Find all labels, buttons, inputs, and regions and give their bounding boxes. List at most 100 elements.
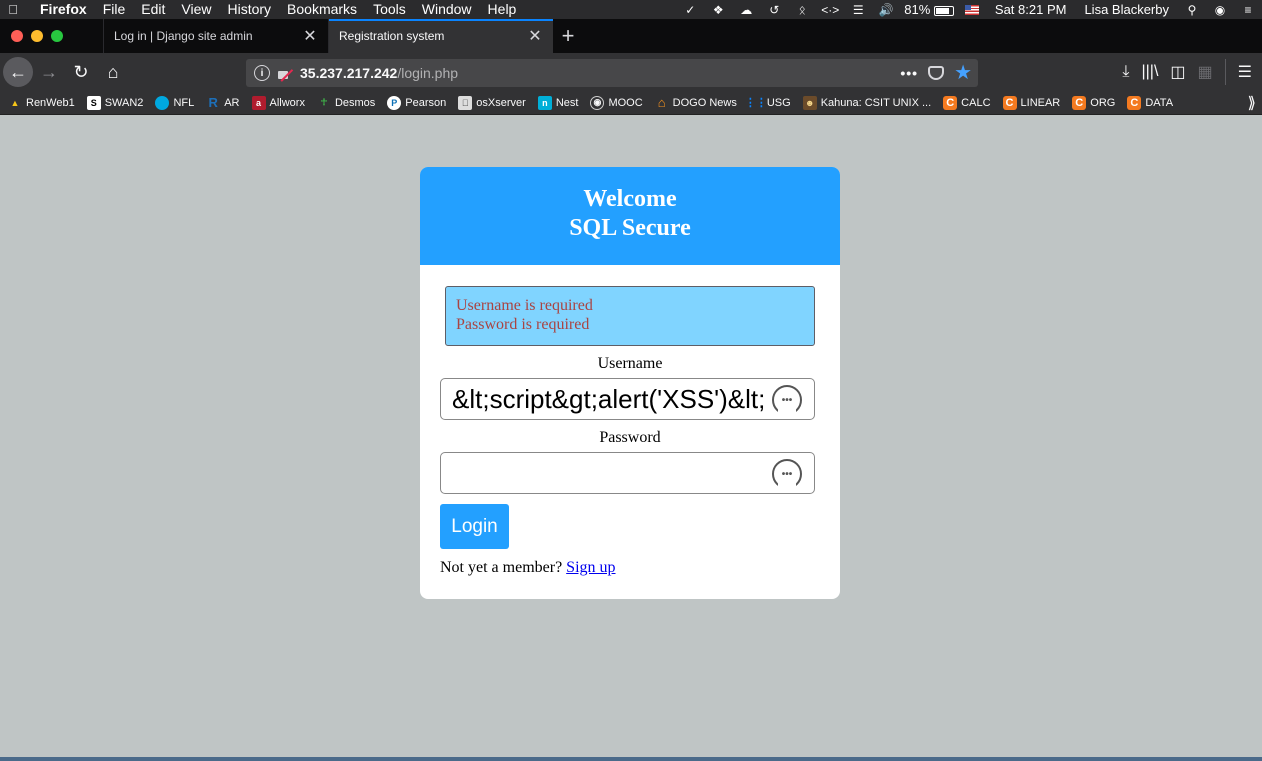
notification-center-icon[interactable]: ≡: [1234, 3, 1262, 17]
pocket-icon[interactable]: [928, 66, 945, 80]
us-flag-icon[interactable]: [958, 3, 986, 17]
username-input[interactable]: [441, 379, 814, 419]
bookmark-label: Desmos: [334, 96, 376, 109]
username-label: Username: [597, 355, 663, 372]
allworx-icon: a: [251, 95, 266, 110]
menu-view[interactable]: View: [173, 0, 219, 19]
bookmark-label: NFL: [173, 96, 195, 109]
menu-edit[interactable]: Edit: [133, 0, 173, 19]
password-field: •••: [440, 452, 815, 494]
bookmark-nest[interactable]: n Nest: [537, 95, 578, 110]
bookmark-renweb1[interactable]: ▲ RenWeb1: [8, 96, 75, 110]
new-tab-button[interactable]: +: [553, 19, 583, 53]
header-title: SQL Secure: [569, 215, 691, 241]
close-tab-icon[interactable]: ✕: [527, 26, 543, 46]
bluetooth-icon[interactable]: ᛟ: [788, 3, 816, 17]
battery-icon: [933, 5, 954, 16]
code-brackets-icon[interactable]: <·>: [816, 3, 844, 17]
login-card: Welcome SQL Secure Username is required …: [420, 167, 840, 599]
bookmarks-toolbar: ▲ RenWeb1 S SWAN2 NFL R AR a Allworx ☥ Desmos…: [0, 91, 1262, 115]
bookmark-dogo-news[interactable]: ⌂ DOGO News: [655, 95, 737, 110]
menu-bar-user[interactable]: Lisa Blackerby: [1075, 2, 1178, 17]
cloud-icon[interactable]: ☁: [732, 3, 760, 17]
att-icon: [155, 95, 170, 110]
login-button[interactable]: Login: [440, 504, 509, 549]
home-button[interactable]: ⌂: [97, 56, 129, 88]
page-actions-menu-icon[interactable]: •••: [900, 65, 918, 81]
hamburger-menu-icon[interactable]: ☰: [1238, 62, 1252, 82]
bookmark-mooc[interactable]: ◉ MOOC: [590, 95, 643, 110]
password-manager-icon[interactable]: •••: [772, 459, 802, 489]
close-tab-icon[interactable]: ✕: [302, 26, 318, 46]
apple-logo-icon[interactable]: : [2, 2, 24, 17]
minimize-window-button[interactable]: [31, 30, 43, 42]
menu-window[interactable]: Window: [414, 0, 480, 19]
menu-tools[interactable]: Tools: [365, 0, 414, 19]
bookmark-usg[interactable]: ⋮⋮ USG: [745, 96, 791, 110]
signup-link[interactable]: Sign up: [566, 559, 615, 576]
menu-file[interactable]: File: [95, 0, 134, 19]
bookmarks-overflow-chevron-icon[interactable]: ⟩⟩: [1248, 93, 1257, 113]
time-machine-icon[interactable]: ↺: [760, 3, 788, 17]
bookmark-label: SWAN2: [104, 96, 144, 109]
menu-app-firefox[interactable]: Firefox: [24, 0, 95, 19]
error-message-box: Username is required Password is require…: [445, 286, 815, 346]
bookmark-org[interactable]: C ORG: [1072, 95, 1116, 110]
battery-status[interactable]: 81%: [900, 2, 958, 17]
wifi-icon[interactable]: ☰: [844, 3, 872, 17]
window-bottom-edge: [0, 757, 1262, 761]
bookmark-label: LINEAR: [1020, 96, 1061, 109]
password-manager-icon[interactable]: •••: [772, 385, 802, 415]
bookmark-linear[interactable]: C LINEAR: [1002, 95, 1061, 110]
bookmark-ar[interactable]: R AR: [206, 95, 240, 110]
bookmark-label: USG: [766, 96, 791, 109]
nest-icon: n: [537, 95, 552, 110]
downloads-icon[interactable]: ⤓: [1122, 63, 1129, 81]
volume-icon[interactable]: 🔊: [872, 3, 900, 17]
url-bar[interactable]: i 35.237.217.242/login.php ••• ★: [246, 59, 978, 87]
close-window-button[interactable]: [11, 30, 23, 42]
bookmark-label: ORG: [1090, 96, 1116, 109]
library-icon[interactable]: |||\: [1141, 63, 1158, 81]
home-icon: ⌂: [657, 95, 666, 110]
sidebar-icon[interactable]: ◫: [1170, 62, 1185, 82]
bookmark-swan2[interactable]: S SWAN2: [86, 95, 144, 110]
bookmark-kahuna[interactable]: ☻ Kahuna: CSIT UNIX ...: [802, 95, 931, 110]
bookmark-star-icon[interactable]: ★: [954, 63, 972, 83]
macos-menu-bar:  Firefox File Edit View History Bookmar…: [0, 0, 1262, 19]
bookmark-osxserver[interactable]: osXserver: [458, 95, 526, 110]
forward-button[interactable]: →: [33, 56, 65, 88]
bookmark-nfl[interactable]: NFL: [155, 95, 195, 110]
bookmark-calc[interactable]: C CALC: [943, 95, 991, 110]
bookmark-label: Pearson: [405, 96, 447, 109]
zoom-window-button[interactable]: [51, 30, 63, 42]
tab-label: Log in | Django site admin: [114, 29, 253, 43]
back-button[interactable]: ←: [3, 57, 33, 87]
siri-icon[interactable]: ◉: [1206, 3, 1234, 17]
pearson-icon: P: [387, 95, 402, 110]
dropbox-icon[interactable]: ❖: [704, 3, 732, 17]
kahuna-icon: ☻: [802, 95, 817, 110]
bookmark-desmos[interactable]: ☥ Desmos: [317, 96, 376, 110]
menu-bookmarks[interactable]: Bookmarks: [279, 0, 365, 19]
signup-text: Not yet a member?: [440, 559, 563, 576]
bookmark-label: AR: [224, 96, 240, 109]
bookmark-allworx[interactable]: a Allworx: [251, 95, 305, 110]
screenshot-icon[interactable]: ▦: [1198, 62, 1213, 82]
bookmark-data[interactable]: C DATA: [1127, 95, 1173, 110]
checkmark-circle-icon[interactable]: ✓: [676, 3, 704, 17]
tab-registration-system[interactable]: Registration system ✕: [328, 19, 553, 53]
password-input[interactable]: [441, 453, 814, 493]
menu-help[interactable]: Help: [480, 0, 525, 19]
menu-history[interactable]: History: [219, 0, 279, 19]
bookmark-pearson[interactable]: P Pearson: [387, 95, 447, 110]
reload-button[interactable]: ↻: [65, 56, 97, 88]
menu-bar-clock[interactable]: Sat 8:21 PM: [986, 2, 1076, 17]
error-password-required: Password is required: [456, 316, 590, 333]
page-actions: ••• ★: [900, 63, 978, 83]
tab-django-admin[interactable]: Log in | Django site admin ✕: [103, 19, 328, 53]
insecure-lock-icon[interactable]: [276, 66, 290, 80]
c-icon: C: [1072, 95, 1087, 110]
site-info-icon[interactable]: i: [254, 65, 270, 81]
spotlight-search-icon[interactable]: ⚲: [1178, 3, 1206, 17]
